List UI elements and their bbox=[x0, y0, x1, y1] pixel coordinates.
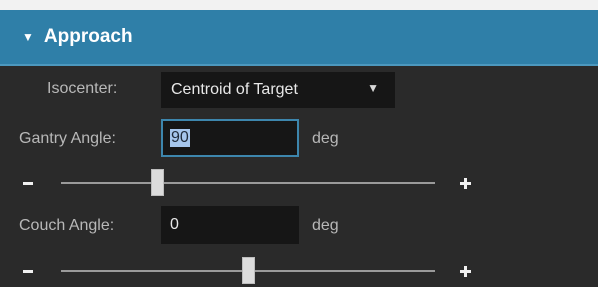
gantry-angle-input[interactable]: 90 bbox=[161, 119, 299, 157]
couch-slider-thumb[interactable] bbox=[241, 257, 255, 284]
isocenter-value: Centroid of Target bbox=[171, 81, 298, 98]
couch-angle-value: 0 bbox=[170, 216, 179, 233]
collapse-caret-icon: ▼ bbox=[22, 30, 34, 44]
isocenter-label: Isocenter: bbox=[47, 80, 118, 97]
plus-icon-v bbox=[464, 266, 467, 277]
couch-angle-unit: deg bbox=[312, 217, 339, 234]
top-border bbox=[0, 0, 598, 10]
gantry-slider-thumb[interactable] bbox=[151, 169, 165, 196]
gantry-increment-button[interactable] bbox=[460, 178, 471, 189]
section-title: Approach bbox=[43, 26, 133, 47]
approach-panel: ▼ Approach Isocenter: Centroid of Target… bbox=[0, 0, 598, 287]
plus-icon-v bbox=[464, 178, 467, 189]
couch-decrement-button[interactable] bbox=[23, 270, 33, 273]
gantry-decrement-button[interactable] bbox=[23, 182, 33, 185]
gantry-slider-track[interactable] bbox=[61, 182, 435, 184]
dropdown-arrow-icon: ▼ bbox=[367, 81, 379, 95]
approach-section-header[interactable]: ▼ Approach bbox=[0, 10, 598, 66]
couch-angle-input[interactable]: 0 bbox=[161, 206, 299, 244]
gantry-angle-value: 90 bbox=[170, 129, 190, 147]
isocenter-dropdown[interactable]: Centroid of Target ▼ bbox=[161, 72, 395, 108]
couch-increment-button[interactable] bbox=[460, 266, 471, 277]
gantry-angle-unit: deg bbox=[312, 130, 339, 147]
couch-angle-label: Couch Angle: bbox=[19, 217, 115, 234]
gantry-angle-label: Gantry Angle: bbox=[19, 130, 116, 147]
